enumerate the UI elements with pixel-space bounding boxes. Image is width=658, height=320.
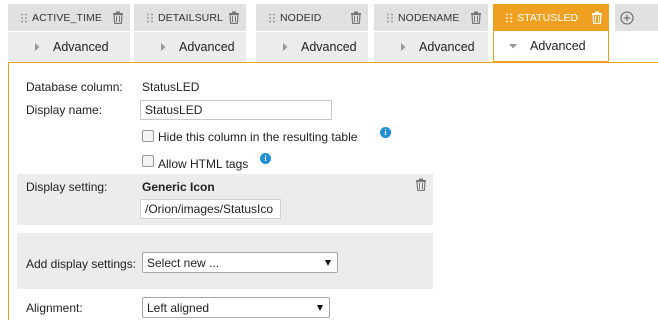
column-tab-header[interactable]: ACTIVE_TIME (8, 4, 130, 31)
trash-icon[interactable] (470, 11, 482, 24)
icon-path-input[interactable]: /Orion/images/StatusIco (140, 199, 281, 219)
chevron-down-icon (509, 44, 517, 49)
advanced-toggle[interactable]: Advanced (8, 32, 130, 62)
display-setting-label: Display setting: (26, 180, 108, 194)
column-name: NODENAME (398, 11, 460, 24)
alignment-value: Left aligned (147, 301, 210, 315)
drag-handle-icon[interactable] (268, 13, 276, 23)
chevron-down-icon (325, 260, 331, 266)
display-name-input[interactable]: StatusLED (140, 100, 332, 120)
advanced-toggle[interactable]: Advanced (256, 32, 368, 62)
column-tab-header[interactable]: NODEID (256, 4, 368, 31)
advanced-label: Advanced (419, 40, 475, 54)
plus-circle-icon (620, 10, 634, 25)
drag-handle-icon[interactable] (146, 13, 154, 23)
trash-icon[interactable] (112, 11, 124, 24)
drag-handle-icon[interactable] (505, 13, 513, 23)
hide-column-label: Hide this column in the resulting table (158, 130, 358, 144)
column-tab-statusled[interactable]: STATUSLED Advanced (493, 4, 609, 62)
add-display-settings-label: Add display settings: (26, 257, 137, 271)
trash-icon[interactable] (415, 178, 427, 191)
add-display-settings-select[interactable]: Select new ... (142, 252, 338, 273)
advanced-label: Advanced (530, 39, 586, 53)
alignment-label: Alignment: (26, 301, 83, 315)
advanced-label: Advanced (301, 40, 357, 54)
allow-html-label: Allow HTML tags (158, 157, 249, 171)
column-tab-detailsurl[interactable]: DETAILSURL Advanced (134, 4, 246, 62)
drag-handle-icon[interactable] (386, 13, 394, 23)
display-setting-title: Generic Icon (142, 180, 215, 194)
column-tab-active-time[interactable]: ACTIVE_TIME Advanced (8, 4, 130, 62)
database-column-value: StatusLED (142, 80, 200, 94)
column-name: STATUSLED (517, 11, 579, 24)
column-tab-header[interactable]: NODENAME (374, 4, 488, 31)
advanced-label: Advanced (179, 40, 235, 54)
chevron-right-icon (283, 43, 288, 51)
advanced-label: Advanced (53, 40, 109, 54)
alignment-select[interactable]: Left aligned (142, 297, 330, 318)
column-name: DETAILSURL (158, 11, 223, 24)
display-name-label: Display name: (26, 103, 103, 117)
trash-icon[interactable] (350, 11, 362, 24)
info-icon[interactable]: i (380, 127, 391, 138)
trash-icon[interactable] (228, 11, 240, 24)
add-column-button[interactable] (615, 4, 658, 31)
advanced-toggle[interactable]: Advanced (374, 32, 488, 62)
chevron-down-icon (317, 305, 323, 311)
column-name: NODEID (280, 11, 322, 24)
column-tab-header[interactable]: DETAILSURL (134, 4, 246, 31)
drag-handle-icon[interactable] (20, 13, 28, 23)
advanced-toggle[interactable]: Advanced (134, 32, 246, 62)
column-tab-header[interactable]: STATUSLED (493, 4, 609, 31)
database-column-label: Database column: (26, 80, 123, 94)
allow-html-checkbox[interactable] (142, 155, 154, 167)
chevron-right-icon (401, 43, 406, 51)
chevron-right-icon (161, 43, 166, 51)
hide-column-checkbox[interactable] (142, 130, 154, 142)
column-tab-nodeid[interactable]: NODEID Advanced (256, 4, 368, 62)
column-settings-panel: Database column: StatusLED Display name:… (8, 62, 658, 320)
column-tab-nodename[interactable]: NODENAME Advanced (374, 4, 488, 62)
trash-icon[interactable] (591, 11, 603, 24)
info-icon[interactable]: i (260, 153, 271, 164)
column-tabs: ACTIVE_TIME Advanced DETAILSURL Advanced… (0, 0, 658, 62)
add-display-settings-value: Select new ... (147, 256, 220, 270)
advanced-toggle[interactable]: Advanced (493, 31, 609, 62)
column-name: ACTIVE_TIME (32, 11, 102, 24)
chevron-right-icon (35, 43, 40, 51)
